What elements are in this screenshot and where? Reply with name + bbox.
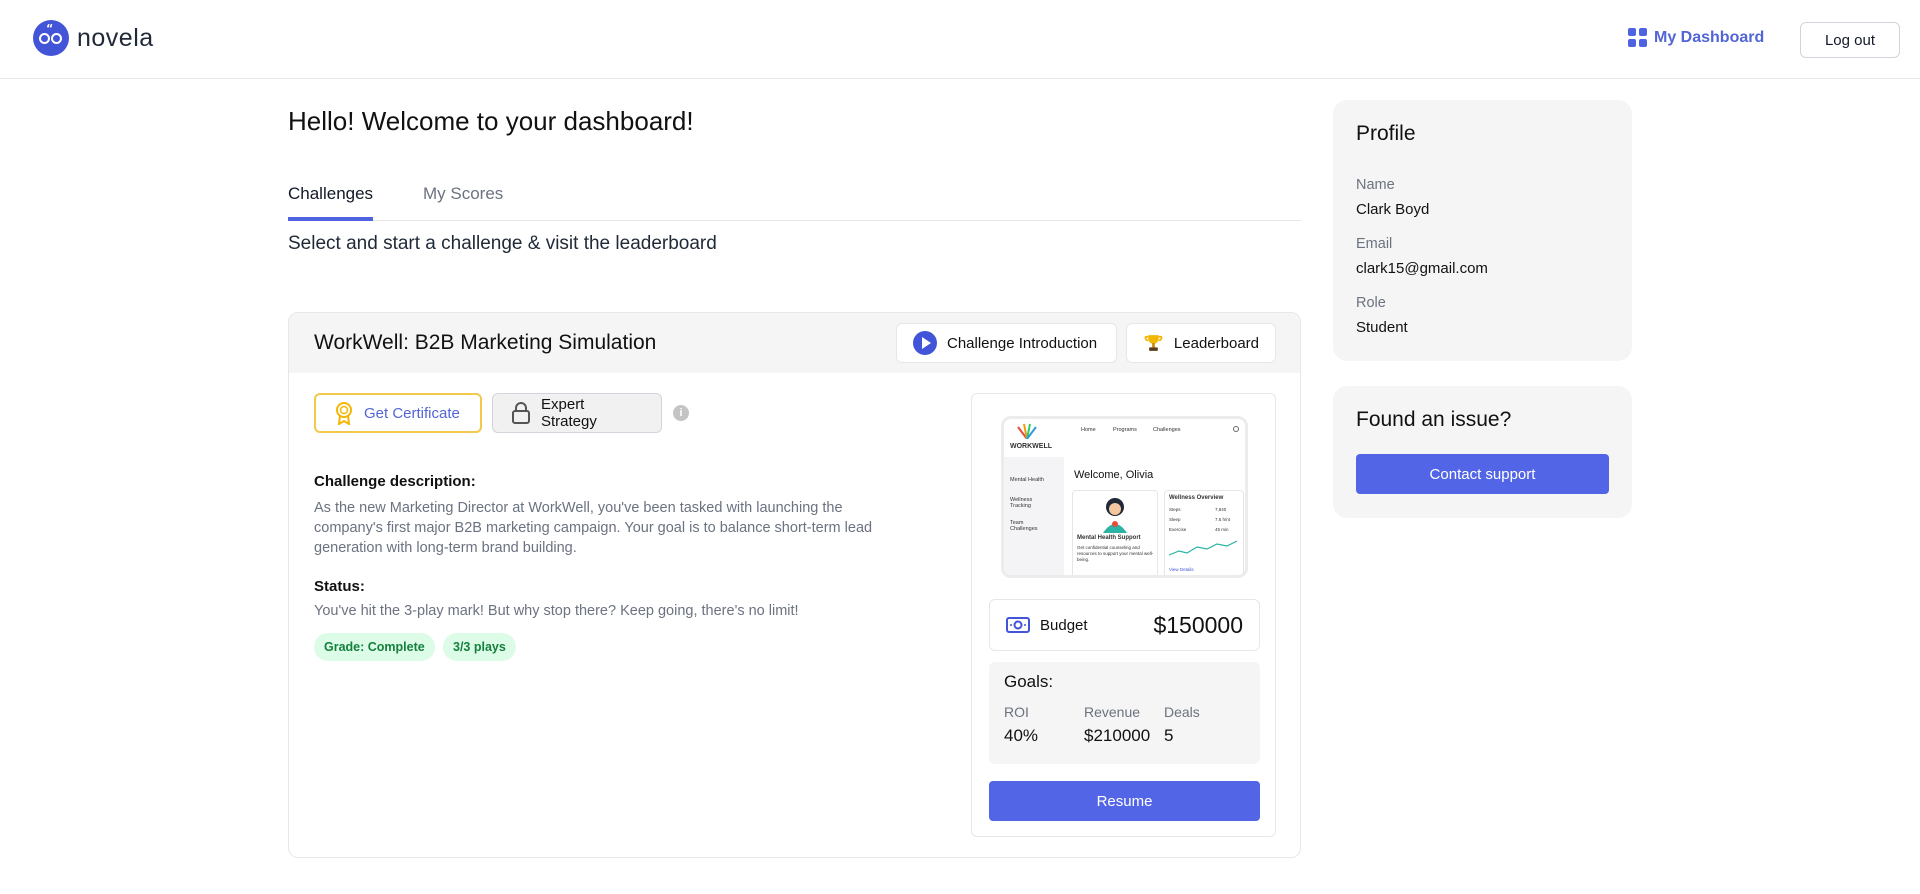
profile-email-label: Email — [1356, 236, 1393, 252]
woman-illustration-icon — [1103, 498, 1127, 533]
profile-title: Profile — [1356, 122, 1416, 145]
logout-button[interactable]: Log out — [1800, 22, 1900, 58]
profile-card: Profile Name Clark Boyd Email clark15@gm… — [1333, 100, 1632, 361]
novela-logo-icon: “ — [33, 20, 69, 56]
goal-value: 5 — [1164, 726, 1174, 745]
issue-title: Found an issue? — [1356, 408, 1512, 431]
my-dashboard-link[interactable]: My Dashboard — [1628, 28, 1764, 47]
tab-my-scores[interactable]: My Scores — [423, 184, 503, 204]
profile-email-value: clark15@gmail.com — [1356, 260, 1488, 277]
expert-strategy-label: Expert Strategy — [541, 396, 597, 430]
get-certificate-label: Get Certificate — [364, 404, 460, 422]
budget-row: Budget $150000 — [989, 599, 1260, 651]
goal-revenue: Revenue $210000 — [1084, 704, 1150, 746]
preview-view-details: View Details — [1169, 567, 1194, 572]
page-title: Hello! Welcome to your dashboard! — [288, 106, 694, 136]
play-icon — [913, 331, 937, 355]
preview-trend-line-icon — [1169, 540, 1238, 556]
challenge-introduction-button[interactable]: Challenge Introduction — [896, 323, 1117, 363]
challenge-preview-image: WORKWELL Home Programs Challenges Mental… — [1001, 416, 1248, 578]
preview-brand: WORKWELL — [1010, 443, 1052, 450]
expert-strategy-button[interactable]: Expert Strategy — [492, 393, 662, 433]
preview-overview-value: 7.5 h/nt — [1215, 517, 1231, 522]
preview-overview-key: Exercise — [1169, 527, 1187, 532]
top-navigation-bar: “ novela My Dashboard Log out — [0, 0, 1920, 79]
goal-value: 40% — [1004, 726, 1039, 745]
preview-overview-title: Wellness Overview — [1169, 495, 1224, 501]
preview-overview-value: 45 min — [1215, 527, 1229, 532]
goals-box: Goals: ROI 40% Revenue $210000 Deals 5 — [989, 662, 1260, 764]
dashboard-grid-icon — [1628, 28, 1647, 47]
get-certificate-button[interactable]: Get Certificate — [314, 393, 482, 433]
preview-nav-programs: Programs — [1113, 427, 1137, 433]
leaderboard-label: Leaderboard — [1173, 334, 1259, 352]
tab-bar: Challenges My Scores — [288, 180, 1301, 221]
novela-logo[interactable]: “ novela — [33, 20, 154, 56]
challenge-card-header: WorkWell: B2B Marketing Simulation Chall… — [289, 313, 1300, 373]
section-subtitle: Select and start a challenge & visit the… — [288, 233, 717, 254]
status-label: Status: — [314, 578, 365, 595]
lock-icon — [512, 402, 530, 424]
preview-sidebar-item: Team Challenges — [1010, 520, 1038, 532]
preview-card-text: Get confidential counseling and resource… — [1077, 545, 1154, 562]
grade-badge: Grade: Complete — [314, 633, 435, 661]
preview-wellness-overview: Wellness Overview Steps 7,840 Sleep 7.5 … — [1164, 490, 1244, 575]
info-icon[interactable]: i — [673, 405, 689, 421]
profile-name-value: Clark Boyd — [1356, 201, 1430, 218]
leaderboard-button[interactable]: Leaderboard — [1126, 323, 1276, 363]
challenge-introduction-label: Challenge Introduction — [947, 334, 1098, 352]
preview-overview-key: Sleep — [1169, 517, 1181, 522]
goal-label: Revenue — [1084, 704, 1141, 720]
profile-role-value: Student — [1356, 319, 1408, 336]
profile-role-label: Role — [1356, 295, 1386, 311]
preview-overview-value: 7,840 — [1215, 507, 1227, 512]
challenge-card: WorkWell: B2B Marketing Simulation Chall… — [288, 312, 1301, 858]
challenge-title: WorkWell: B2B Marketing Simulation — [314, 331, 657, 354]
preview-nav-challenges: Challenges — [1153, 427, 1181, 433]
challenge-description: As the new Marketing Director at WorkWel… — [314, 500, 873, 556]
trophy-icon — [1144, 335, 1163, 351]
certificate-medal-icon — [336, 402, 352, 425]
resume-button[interactable]: Resume — [989, 781, 1260, 821]
money-bill-icon — [1006, 617, 1030, 633]
tab-challenges[interactable]: Challenges — [288, 184, 374, 221]
contact-support-button[interactable]: Contact support — [1356, 454, 1609, 494]
preview-welcome: Welcome, Olivia — [1074, 469, 1154, 481]
preview-nav-home: Home — [1081, 427, 1096, 433]
brand-name: novela — [77, 23, 154, 52]
profile-name-label: Name — [1356, 177, 1395, 193]
my-dashboard-label: My Dashboard — [1654, 28, 1765, 46]
status-text: You've hit the 3-play mark! But why stop… — [314, 603, 799, 619]
budget-value: $150000 — [1153, 611, 1243, 638]
budget-label: Budget — [1040, 616, 1088, 634]
preview-support-card: Mental Health Support Get confidential c… — [1072, 490, 1158, 575]
preview-user-icon — [1233, 426, 1239, 432]
challenge-description-label: Challenge description: — [314, 473, 476, 490]
preview-sidebar-item: Mental Health — [1010, 477, 1044, 483]
challenge-details-panel: WORKWELL Home Programs Challenges Mental… — [971, 393, 1276, 837]
goals-title: Goals: — [1004, 672, 1054, 691]
preview-sidebar-item: Wellness Tracking — [1010, 497, 1033, 509]
goal-deals: Deals 5 — [1164, 704, 1200, 746]
plays-badge: 3/3 plays — [443, 633, 516, 661]
preview-card-title: Mental Health Support — [1077, 535, 1141, 541]
preview-overview-key: Steps — [1169, 507, 1181, 512]
goal-label: Deals — [1164, 704, 1200, 720]
workwell-logo-icon — [1017, 423, 1037, 439]
goal-value: $210000 — [1084, 726, 1151, 745]
goal-label: ROI — [1004, 704, 1029, 720]
report-issue-card: Found an issue? Contact support — [1333, 386, 1632, 518]
preview-sidebar — [1004, 457, 1064, 575]
goal-roi: ROI 40% — [1004, 704, 1038, 746]
